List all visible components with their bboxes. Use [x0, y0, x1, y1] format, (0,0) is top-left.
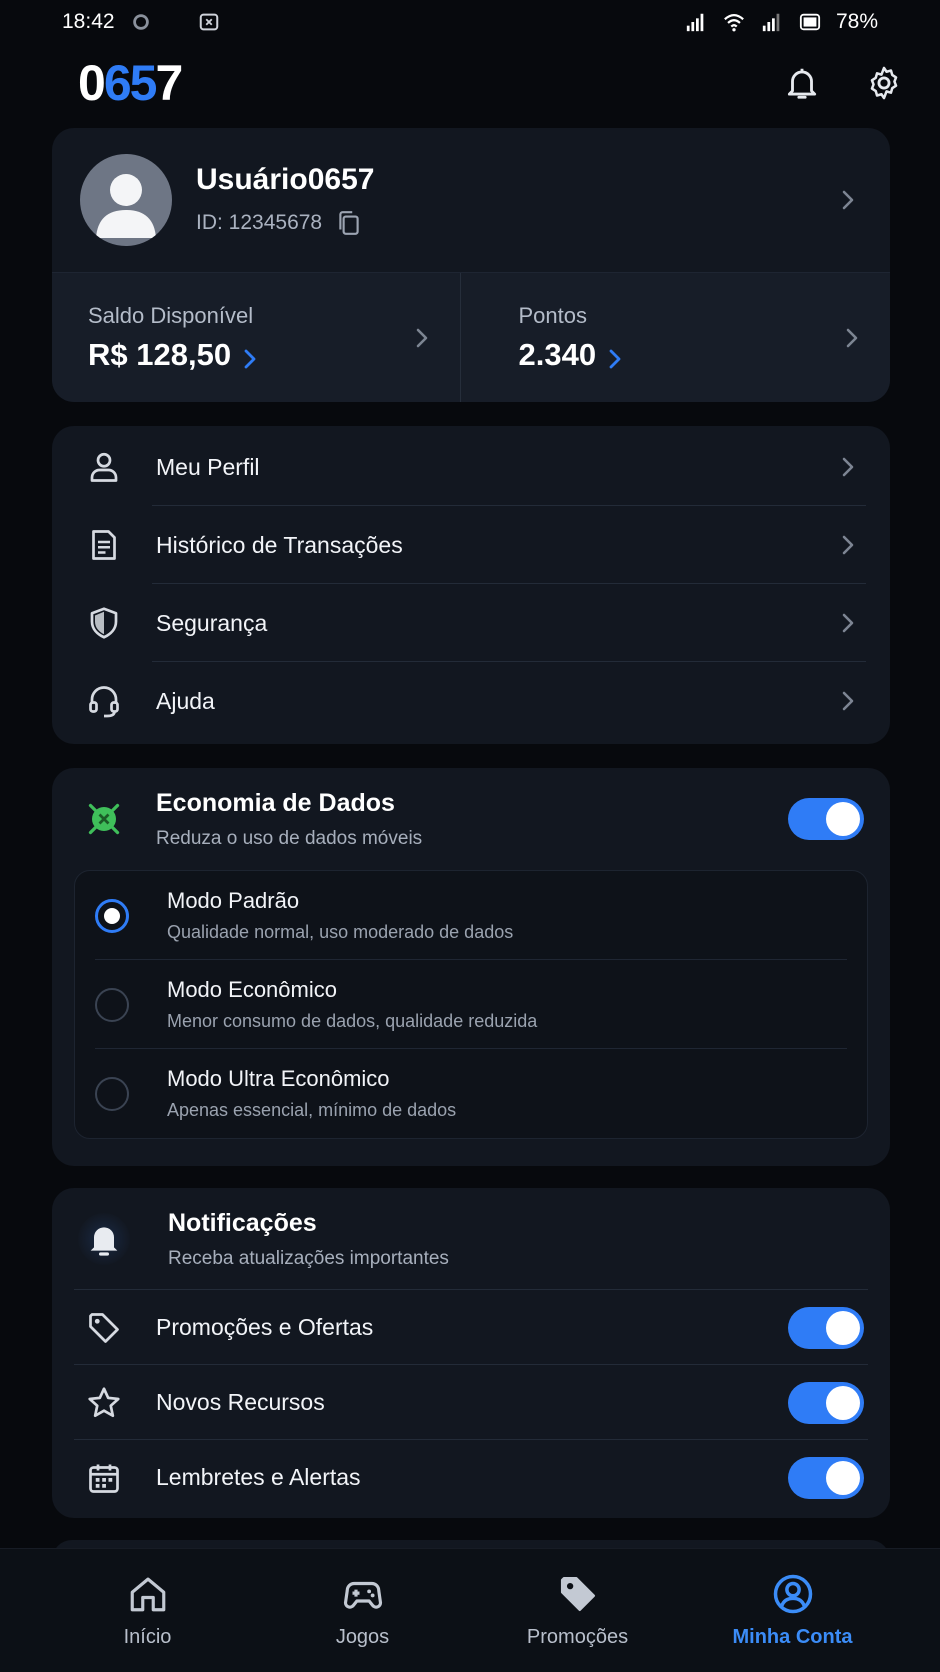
notifications-card: Notificações Receba atualizações importa…	[52, 1188, 890, 1518]
promotions-toggle[interactable]	[788, 1306, 864, 1349]
settings-button[interactable]	[862, 61, 906, 105]
user-icon	[84, 447, 124, 487]
balance-label: Saldo Disponível	[88, 302, 254, 328]
cast-icon	[197, 11, 221, 33]
wifi-icon	[722, 11, 746, 33]
sync-icon	[129, 11, 153, 33]
bottom-nav: Início Jogos Promoções Minha Conta	[0, 1548, 940, 1672]
notifications-title: Notificações	[168, 1208, 317, 1237]
notification-reminders: Lembretes e Alertas	[52, 1440, 890, 1515]
battery-level: 78%	[835, 10, 878, 33]
mode-option-standard[interactable]: Modo Padrão Qualidade normal, uso modera…	[75, 871, 867, 960]
battery-icon	[798, 11, 822, 33]
username: Usuário0657	[196, 163, 375, 196]
app-logo[interactable]: 0 65 7	[78, 54, 183, 112]
app-header: 0 65 7	[0, 50, 940, 116]
star-icon	[84, 1383, 124, 1423]
balance-value: R$ 128,50	[88, 336, 232, 372]
nav-promotions[interactable]: Promoções	[493, 1572, 663, 1649]
tag-icon	[84, 1308, 124, 1348]
avatar	[80, 154, 172, 246]
status-bar: 18:42 78%	[0, 0, 940, 44]
document-icon	[84, 525, 124, 565]
notification-new-features: Novos Recursos	[52, 1365, 890, 1440]
menu-item-security[interactable]: Segurança	[52, 584, 890, 662]
account-menu: Meu Perfil Histórico de Transações Segur…	[52, 426, 890, 744]
profile-card: Usuário0657 ID: 12345678 Saldo Disponíve…	[52, 128, 890, 402]
chevron-right-icon	[241, 343, 259, 368]
notification-promotions: Promoções e Ofertas	[52, 1290, 890, 1365]
data-saver-subtitle: Reduza o uso de dados móveis	[156, 827, 423, 849]
signal-icon	[684, 11, 708, 33]
new-features-toggle[interactable]	[788, 1381, 864, 1424]
shield-icon	[84, 603, 124, 643]
radio-unselected[interactable]	[95, 1076, 129, 1111]
gamepad-icon	[341, 1572, 385, 1616]
calendar-icon	[84, 1458, 124, 1498]
mode-option-ultra-economic[interactable]: Modo Ultra Econômico Apenas essencial, m…	[75, 1049, 867, 1138]
radio-unselected[interactable]	[95, 987, 129, 1022]
clock: 18:42	[62, 10, 115, 33]
headset-icon	[84, 681, 124, 721]
gear-icon	[870, 66, 898, 100]
data-saver-icon	[84, 799, 124, 839]
chevron-right-icon	[838, 610, 858, 636]
chevron-right-icon	[842, 325, 862, 351]
nav-account[interactable]: Minha Conta	[708, 1572, 878, 1649]
notifications-subtitle: Receba atualizações importantes	[168, 1247, 449, 1269]
chevron-right-icon	[606, 343, 624, 368]
profile-header[interactable]: Usuário0657 ID: 12345678	[52, 128, 890, 272]
nav-home[interactable]: Início	[63, 1572, 233, 1649]
copy-icon[interactable]	[336, 209, 362, 237]
tag-icon	[556, 1572, 600, 1616]
points-value: 2.340	[518, 336, 597, 372]
chevron-right-icon	[412, 325, 432, 351]
notifications-button[interactable]	[780, 61, 824, 105]
chevron-right-icon	[838, 688, 858, 714]
bell-icon	[78, 1213, 130, 1265]
account-icon	[771, 1572, 815, 1616]
reminders-toggle[interactable]	[788, 1456, 864, 1499]
data-saver-title: Economia de Dados	[156, 788, 395, 817]
points-stat[interactable]: Pontos 2.340	[459, 273, 891, 402]
chevron-right-icon	[838, 187, 858, 213]
data-saver-card: Economia de Dados Reduza o uso de dados …	[52, 768, 890, 1166]
menu-item-transactions[interactable]: Histórico de Transações	[52, 506, 890, 584]
chevron-right-icon	[838, 532, 858, 558]
menu-item-help[interactable]: Ajuda	[52, 662, 890, 740]
radio-selected[interactable]	[95, 898, 129, 933]
user-id: ID: 12345678	[196, 211, 323, 234]
data-saver-toggle[interactable]	[788, 798, 864, 840]
chevron-right-icon	[838, 454, 858, 480]
signal-icon-2	[760, 11, 784, 33]
wallet-summary: Saldo Disponível R$ 128,50 Pontos 2.340	[52, 272, 890, 402]
bell-icon	[787, 68, 817, 99]
mode-option-economic[interactable]: Modo Econômico Menor consumo de dados, q…	[75, 960, 867, 1049]
points-label: Pontos	[518, 302, 588, 328]
home-icon	[126, 1572, 170, 1616]
nav-games[interactable]: Jogos	[278, 1572, 448, 1649]
balance-stat[interactable]: Saldo Disponível R$ 128,50	[52, 273, 460, 402]
data-mode-list: Modo Padrão Qualidade normal, uso modera…	[74, 870, 868, 1139]
menu-item-profile[interactable]: Meu Perfil	[52, 428, 890, 506]
